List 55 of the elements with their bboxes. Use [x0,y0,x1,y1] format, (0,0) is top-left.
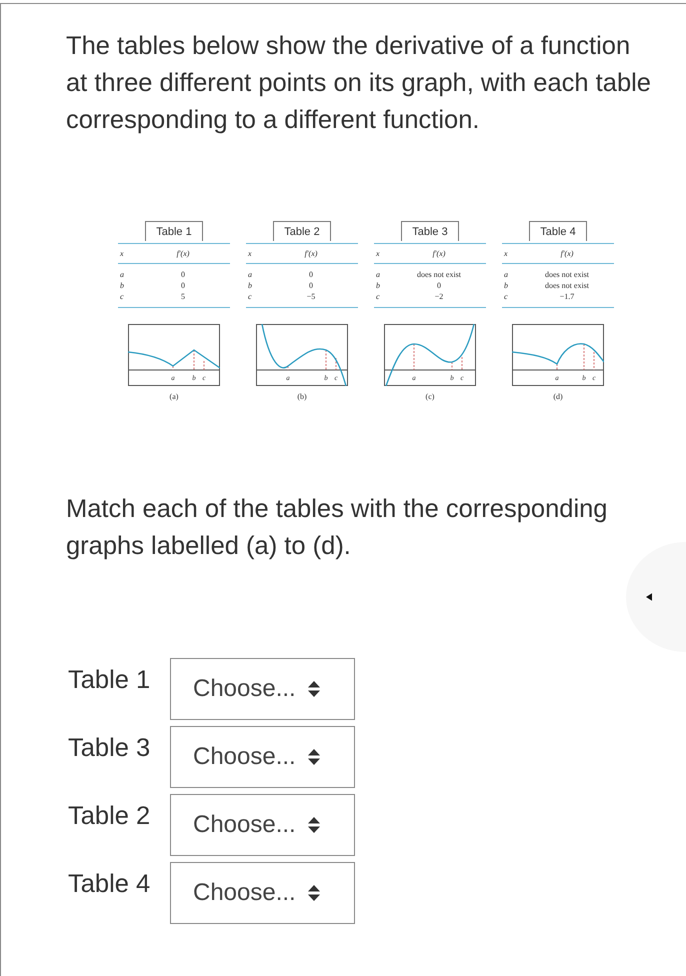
match-label: Table 2 [68,802,152,830]
graph-caption: (a) [170,392,178,401]
match-label: Table 1 [68,666,152,694]
table-cell-text: does not exist [544,280,590,291]
table-title: Table 3 [401,221,459,241]
question-text: The tables below show the derivative of a function at three different points on its graph, with each table corresponding to a different function. [66,31,652,136]
sort-arrows-icon [308,681,320,697]
table-cell: 5 [136,291,230,308]
table-cell: −5 [264,291,358,308]
table-cell: a [118,264,136,280]
sort-arrows-icon [308,749,320,765]
table-cell-text: b [119,280,125,291]
caret-left-icon [646,593,652,601]
table-cell: c [118,291,136,308]
table-header: f′(x) [264,244,358,264]
table-title: Table 2 [273,221,331,241]
table-cell: does not exist [520,264,614,280]
table-cell-text: b [503,280,509,291]
table-header: x [374,244,392,264]
match-label: Table 4 [68,870,152,898]
table-cell: c [246,291,264,308]
table-title: Table 4 [529,221,587,241]
table-cell: c [502,291,520,308]
table-header: f′(x) [136,244,230,264]
table-cell: 0 [136,264,230,280]
table-header: f′(x) [392,244,486,264]
table-header: f′(x) [520,244,614,264]
table-header: x [502,244,520,264]
table-cell: does not exist [392,264,486,280]
answer-dropdown[interactable]: Choose... [170,726,355,788]
table-cell: c [374,291,392,308]
table-cell: a [502,264,520,280]
table-cell-text: b [375,280,381,291]
table-cell: −1.7 [520,291,614,308]
instruction-text: Match each of the tables with the corresponding graphs labelled (a) to (d). [66,494,608,562]
table-cell-text: b [247,280,253,291]
answer-dropdown[interactable]: Choose... [170,794,355,856]
answer-dropdown[interactable]: Choose... [170,658,355,720]
sort-arrows-icon [308,885,320,901]
table-cell: 0 [264,264,358,280]
match-label: Table 3 [68,734,152,762]
table-cell: −2 [392,291,486,308]
table-header: x [118,244,136,264]
table-cell: a [374,264,392,280]
table-cell-text: 0 [180,280,186,291]
table-cell: a [246,264,264,280]
answer-dropdown[interactable]: Choose... [170,862,355,924]
table-cell-text: 0 [308,280,314,291]
table-header: x [246,244,264,264]
graph-caption: (c) [426,392,434,401]
graph-caption: (d) [553,392,563,401]
sort-arrows-icon [308,817,320,833]
graph-caption: (b) [297,392,307,401]
table-cell-text: 0 [436,280,442,291]
table-title: Table 1 [145,221,203,241]
